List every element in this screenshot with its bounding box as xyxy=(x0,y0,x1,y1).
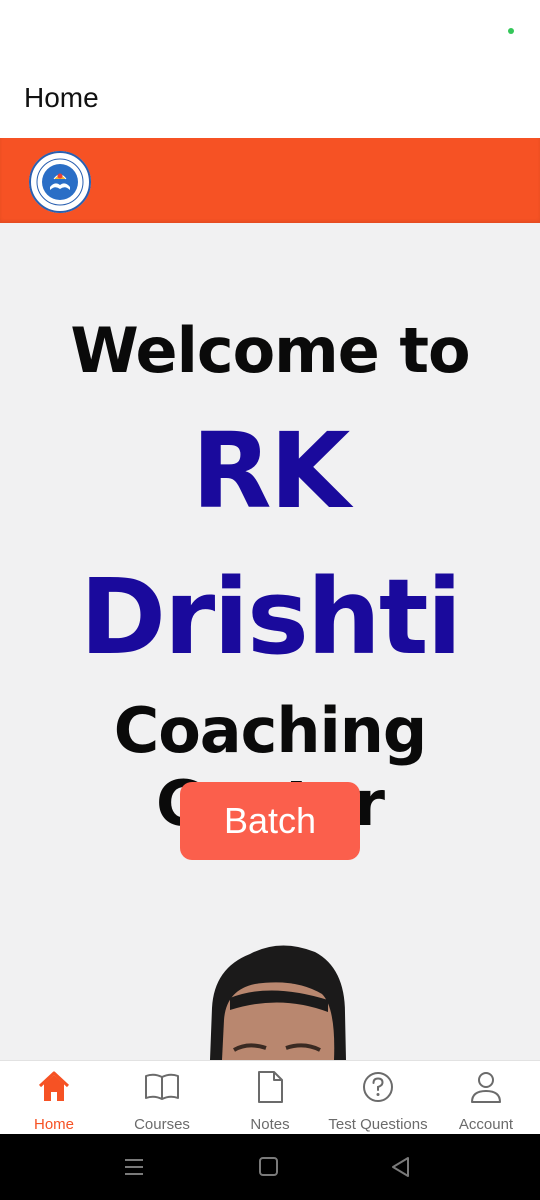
nav-label-test-questions: Test Questions xyxy=(328,1116,428,1133)
page-title: Home xyxy=(24,82,99,113)
nav-item-test-questions[interactable]: Test Questions xyxy=(324,1061,432,1135)
batch-button[interactable]: Batch xyxy=(180,782,360,860)
book-icon xyxy=(144,1069,180,1105)
person-icon xyxy=(468,1069,504,1105)
nav-label-home: Home xyxy=(33,1116,74,1133)
nav-label-notes: Notes xyxy=(250,1116,290,1133)
rk-drishti-logo-icon xyxy=(29,151,91,213)
document-icon xyxy=(252,1069,288,1105)
teacher-photo xyxy=(200,938,350,1060)
welcome-heading: Welcome to xyxy=(70,314,470,387)
system-navigation-bar xyxy=(0,1134,540,1200)
notification-dot xyxy=(508,28,514,34)
square-icon[interactable] xyxy=(256,1154,282,1180)
app-header: Home xyxy=(0,62,540,138)
nav-item-notes[interactable]: Notes xyxy=(216,1061,324,1135)
app-screen: Home Welcome to RK Drishti Coaching Cent… xyxy=(0,0,540,1200)
nav-label-courses: Courses xyxy=(134,1116,190,1133)
brand-bar xyxy=(0,138,540,223)
nav-item-home[interactable]: Home xyxy=(0,1061,108,1135)
nav-label-account: Account xyxy=(458,1116,514,1133)
nav-item-account[interactable]: Account xyxy=(432,1061,540,1135)
menu-icon[interactable] xyxy=(122,1154,148,1180)
brand-name-rk: RK xyxy=(191,410,351,532)
back-triangle-icon[interactable] xyxy=(388,1154,414,1180)
bottom-navigation: Home Courses Notes Test Questions Accoun… xyxy=(0,1060,540,1134)
help-circle-icon xyxy=(360,1069,396,1105)
brand-name-drishti: Drishti xyxy=(79,556,463,678)
status-bar xyxy=(0,0,540,62)
home-icon xyxy=(36,1069,72,1105)
nav-item-courses[interactable]: Courses xyxy=(108,1061,216,1135)
